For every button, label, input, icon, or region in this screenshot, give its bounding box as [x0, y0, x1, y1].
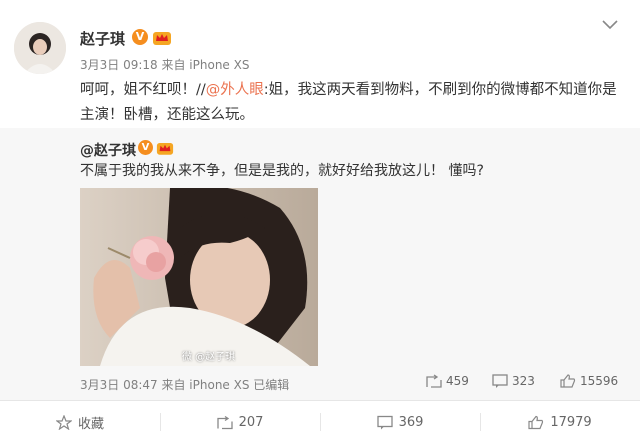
- repost-icon: [426, 374, 442, 388]
- post-meta: 3月3日 09:18 来自 iPhone XS: [80, 58, 250, 72]
- repost-card[interactable]: @赵子琪 V 不属于我的我从来不争，但是是我的，就好好给我放这儿！ 懂吗? 微 …: [0, 128, 640, 400]
- favorite-label: 收藏: [77, 416, 104, 432]
- repost-comment-stat[interactable]: 323: [492, 374, 535, 388]
- repost-icon: [216, 415, 233, 429]
- repost-photo[interactable]: 微 @赵子琪: [80, 188, 318, 366]
- like-icon: [560, 374, 576, 388]
- action-bar: 收藏 207 369 17979: [0, 401, 640, 443]
- post-text: 呵呵，姐不红呗！//@外人眼:姐，我这两天看到物料，不刷到你的微博都不知道你是主…: [80, 78, 620, 128]
- comment-icon: [376, 415, 393, 429]
- favorite-button[interactable]: 收藏: [0, 401, 160, 443]
- repost-forward-count: 459: [446, 374, 469, 388]
- post-text-before: 呵呵，姐不红呗！//: [80, 82, 206, 98]
- repost-forward-stat[interactable]: 459: [426, 374, 469, 388]
- repost-comment-count: 323: [512, 374, 535, 388]
- verified-icon: V: [132, 29, 148, 45]
- weibo-post: 赵子琪 V 3月3日 09:18 来自 iPhone XS 呵呵，姐不红呗！//…: [0, 0, 640, 443]
- repost-button[interactable]: 207: [160, 401, 320, 443]
- like-count: 17979: [550, 414, 592, 430]
- comment-count: 369: [398, 414, 424, 430]
- avatar[interactable]: [14, 22, 66, 74]
- repost-count: 207: [238, 414, 264, 430]
- author-name[interactable]: 赵子琪: [80, 28, 125, 49]
- star-icon: [55, 414, 72, 430]
- comment-icon: [492, 374, 508, 388]
- verified-icon: V: [138, 140, 153, 155]
- comment-button[interactable]: 369: [320, 401, 480, 443]
- repost-meta: 3月3日 08:47 来自 iPhone XS 已编辑: [80, 378, 290, 392]
- like-button[interactable]: 17979: [480, 401, 640, 443]
- repost-like-count: 15596: [580, 374, 619, 388]
- crown-icon: [156, 143, 174, 155]
- crown-icon: [153, 32, 171, 45]
- mention-link[interactable]: @外人眼: [206, 82, 264, 98]
- repost-like-stat[interactable]: 15596: [560, 374, 618, 388]
- chevron-down-icon[interactable]: [602, 20, 618, 30]
- repost-author[interactable]: @赵子琪: [80, 140, 136, 160]
- repost-text: 不属于我的我从来不争，但是是我的，就好好给我放这儿！ 懂吗?: [80, 163, 484, 179]
- photo-watermark: 微 @赵子琪: [182, 352, 236, 363]
- like-icon: [528, 415, 544, 429]
